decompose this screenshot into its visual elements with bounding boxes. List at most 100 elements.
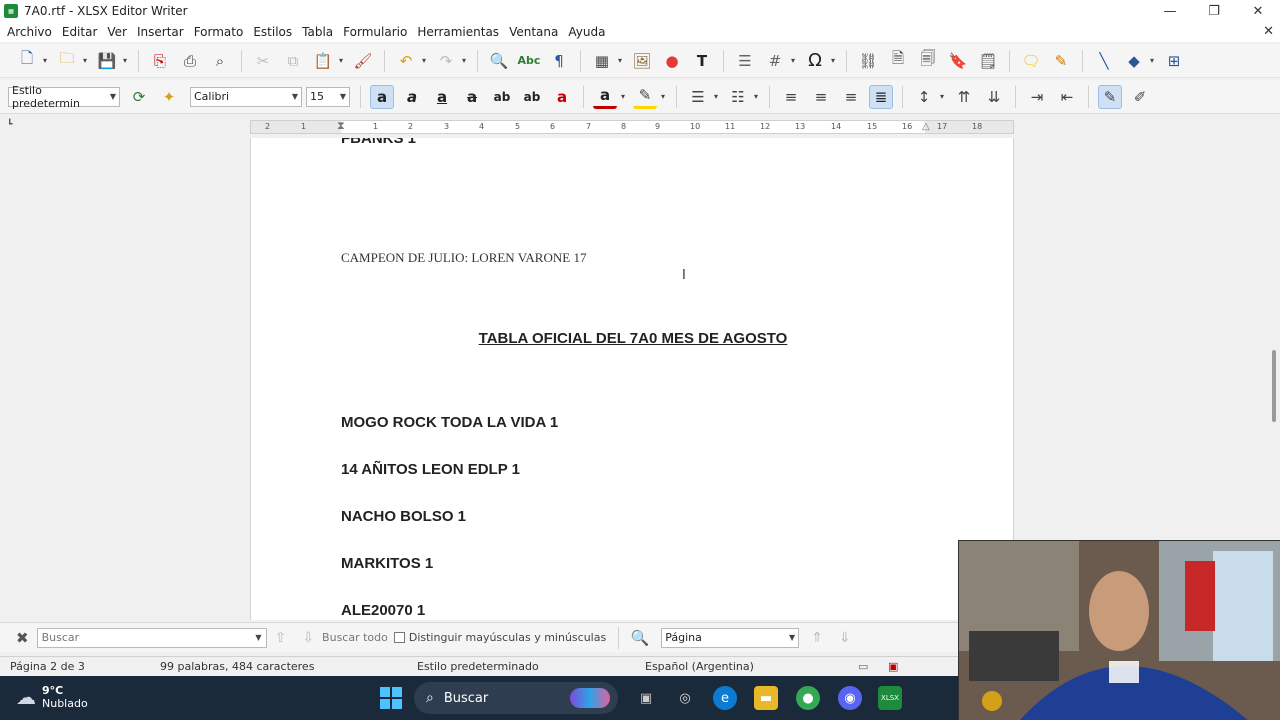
find-next-icon[interactable]: ⇩ [302,630,314,646]
font-color-dropdown-icon[interactable]: ▾ [618,85,628,109]
view-layout-icon[interactable]: ▭ [858,660,868,673]
edge-browser-icon[interactable]: e [713,686,737,710]
paste-dropdown-icon[interactable]: ▾ [336,49,346,73]
spelling-icon[interactable]: Abc [517,49,541,73]
insert-chart-icon[interactable]: ● [660,49,684,73]
clone-formatting-icon[interactable]: 🖌 [351,49,375,73]
font-color-icon[interactable]: a [593,85,617,109]
chrome-beta-icon[interactable]: ◎ [673,686,697,710]
bullet-dropdown-icon[interactable]: ▾ [711,85,721,109]
special-character-icon[interactable]: Ω [803,49,827,73]
start-button[interactable] [380,687,402,709]
page-count[interactable]: Página 2 de 3 [10,660,85,673]
insert-table-icon[interactable]: ▦ [590,49,614,73]
minimize-button[interactable]: — [1148,0,1192,22]
decrease-paragraph-spacing-icon[interactable]: ⇊ [982,85,1006,109]
entry-line[interactable]: ALE20070 1 [341,602,425,619]
menu-herramientas[interactable]: Herramientas [412,25,504,39]
superscript-icon[interactable]: ab [490,85,514,109]
cross-reference-icon[interactable]: 🗒 [976,49,1000,73]
menu-ventana[interactable]: Ventana [504,25,563,39]
line-spacing-icon[interactable]: ↕ [912,85,936,109]
new-dropdown-icon[interactable]: ▾ [40,49,50,73]
close-find-icon[interactable]: ✖ [16,629,29,647]
entry-line[interactable]: MARKITOS 1 [341,555,433,572]
find-replace-icon[interactable]: 🔍 [487,49,511,73]
field-dropdown-icon[interactable]: ▾ [788,49,798,73]
text-language[interactable]: Español (Argentina) [645,660,754,673]
find-all-button[interactable]: Buscar todo [322,631,388,644]
print-preview-icon[interactable]: ⌕ [208,49,232,73]
horizontal-ruler[interactable]: 2 1 1 2 3 4 5 6 7 8 9 10 11 12 13 14 15 … [250,119,1014,134]
strikethrough-icon[interactable]: a [460,85,484,109]
menu-archivo[interactable]: Archivo [2,25,57,39]
subscript-icon[interactable]: ab [520,85,544,109]
sidebar-toggle-icon[interactable]: ⊞ [1162,49,1186,73]
redo-icon[interactable]: ↷ [434,49,458,73]
navigate-up-icon[interactable]: ⇑ [811,630,823,646]
close-document-icon[interactable]: ✕ [1263,24,1274,39]
task-view-icon[interactable]: ▣ [634,686,658,710]
increase-indent-icon[interactable]: ⇥ [1025,85,1049,109]
menu-editar[interactable]: Editar [57,25,103,39]
italic-icon[interactable]: a [400,85,424,109]
formatting-marks-icon[interactable]: ¶ [547,49,571,73]
menu-formato[interactable]: Formato [189,25,249,39]
menu-tabla[interactable]: Tabla [297,25,338,39]
maximize-button[interactable]: ❐ [1192,0,1236,22]
cut-icon[interactable]: ✂ [251,49,275,73]
highlight-color-icon[interactable]: ✎ [633,85,657,109]
print-icon[interactable]: ⎙ [178,49,202,73]
comment-icon[interactable]: 🗨 [1019,49,1043,73]
new-style-icon[interactable]: ✦ [157,85,181,109]
numbered-dropdown-icon[interactable]: ▾ [751,85,761,109]
tab-stop-icon[interactable]: ┗ [7,120,12,130]
find-previous-icon[interactable]: ⇧ [275,630,287,646]
right-indent-icon[interactable]: △ [922,121,930,132]
page-style[interactable]: Estilo predeterminado [417,660,539,673]
menu-estilos[interactable]: Estilos [248,25,297,39]
find-replace-icon[interactable]: 🔍 [628,626,652,650]
insert-line-icon[interactable]: ╲ [1092,49,1116,73]
redo-dropdown-icon[interactable]: ▾ [459,49,469,73]
taskbar-search[interactable]: ⌕ Buscar [414,682,618,714]
close-button[interactable]: ✕ [1236,0,1280,22]
discord-icon[interactable]: ◉ [838,686,862,710]
undo-dropdown-icon[interactable]: ▾ [419,49,429,73]
endnote-icon[interactable]: 🗐 [916,49,940,73]
track-changes-icon[interactable]: ✎ [1049,49,1073,73]
undo-icon[interactable]: ↶ [394,49,418,73]
basic-shapes-icon[interactable]: ◆ [1122,49,1146,73]
clear-formatting-icon[interactable]: a [550,85,574,109]
weather-widget[interactable]: ☁ 9°C Nublado [16,684,88,710]
hyperlink-icon[interactable]: ⛓ [856,49,880,73]
font-name-select[interactable]: Calibri ▼ [190,86,302,107]
bookmark-icon[interactable]: 🔖 [946,49,970,73]
update-style-icon[interactable]: ⟳ [127,85,151,109]
chevron-down-icon[interactable]: ▼ [255,633,261,642]
highlight-dropdown-icon[interactable]: ▾ [658,85,668,109]
bold-icon[interactable]: a [370,84,394,109]
pen-draw-icon[interactable]: ✎ [1098,84,1122,109]
increase-paragraph-spacing-icon[interactable]: ⇈ [952,85,976,109]
menu-insertar[interactable]: Insertar [132,25,189,39]
save-icon[interactable]: 💾 [95,49,119,73]
insert-image-icon[interactable]: 🖼 [630,49,654,73]
word-count[interactable]: 99 palabras, 484 caracteres [160,660,314,673]
align-center-icon[interactable]: ≡ [809,85,833,109]
new-document-icon[interactable]: 🗋 [15,49,39,73]
align-left-icon[interactable]: ≡ [779,85,803,109]
entry-line[interactable]: 14 AÑITOS LEON EDLP 1 [341,461,520,478]
paste-icon[interactable]: 📋 [311,49,335,73]
pen-options-icon[interactable]: ✐ [1128,85,1152,109]
insert-field-icon[interactable]: # [763,49,787,73]
menu-formulario[interactable]: Formulario [338,25,412,39]
table-dropdown-icon[interactable]: ▾ [615,49,625,73]
partial-line[interactable]: FBANKS 1 [341,138,416,147]
open-dropdown-icon[interactable]: ▾ [80,49,90,73]
open-folder-icon[interactable]: 🗀 [55,49,79,73]
entry-line[interactable]: MOGO ROCK TODA LA VIDA 1 [341,414,558,431]
xlsx-editor-icon[interactable]: XLSX [878,686,902,710]
paragraph-style-select[interactable]: Estilo predetermin ▼ [8,84,120,110]
navigate-down-icon[interactable]: ⇓ [839,630,851,646]
